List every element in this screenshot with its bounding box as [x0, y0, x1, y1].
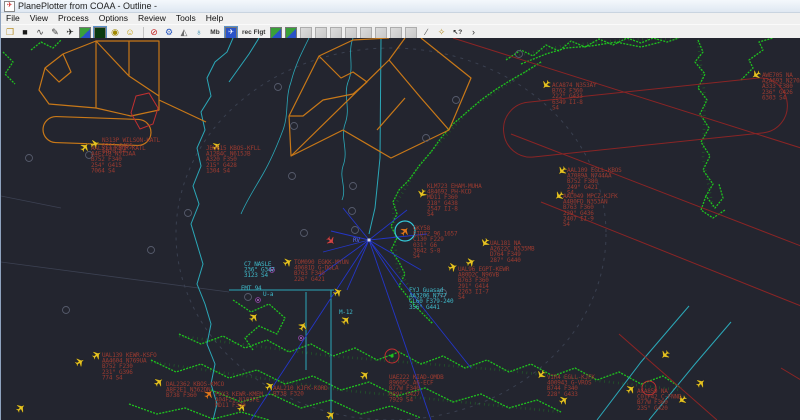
- data-block-11: TOM090 EGKK-MYUN40681D G-DGLAB763 F34022…: [294, 259, 349, 283]
- disabled-button-1-face: [300, 27, 312, 39]
- data-block-8: AWE705 NAA2A693 N270AYA333 F380236° G426…: [762, 72, 800, 101]
- separator-1: [139, 27, 144, 39]
- aircraft-5[interactable]: [297, 320, 310, 333]
- window-title: PlanePlotter from COAA - Outline -: [18, 1, 157, 11]
- coastline-speckle: [151, 38, 713, 412]
- app-icon: ✈: [4, 1, 15, 12]
- disabled-button-6-face: [375, 27, 387, 39]
- data-block-9: UAL181 NAA2622C N535MBD764 F349287° G440: [490, 240, 535, 264]
- data-block-12: UAL139 KEWR-KSFOAA4604 N769UAB752 F23023…: [102, 352, 157, 381]
- disabled-button-2-face: [315, 27, 327, 39]
- waypoint-circle-7: [275, 84, 282, 91]
- waypoint-circle-2: [245, 294, 252, 301]
- aircraft-29[interactable]: [14, 402, 27, 415]
- map-view[interactable]: AAL513 KBGR-KATLA4E21B N513AAB752 F34025…: [1, 38, 800, 420]
- aircraft-32[interactable]: [324, 234, 337, 247]
- range-ring: [176, 48, 606, 420]
- data-block-22: U-a: [263, 291, 274, 298]
- menu-options[interactable]: Options: [94, 13, 133, 24]
- aircraft-4[interactable]: [247, 310, 260, 323]
- data-block-10: UAL96 EGPT-KEWRA80D2C N96VBB763 F360291°…: [458, 266, 510, 301]
- disabled-button-5-face: [360, 27, 372, 39]
- navaid-dot-2: [300, 337, 302, 339]
- disabled-button-8-face: [405, 27, 417, 39]
- title-bar: ✈ PlanePlotter from COAA - Outline -: [1, 0, 800, 13]
- menu-review[interactable]: Review: [133, 13, 171, 24]
- data-block-16: ACA859 NAC01F42 C-FNNDB77W F360235° G420: [637, 388, 682, 412]
- data-block-21: EMT 94: [241, 285, 262, 292]
- waypoint-circle-1: [185, 210, 192, 217]
- disabled-button-7-face: [390, 27, 402, 39]
- data-block-23: M-12: [339, 309, 353, 316]
- boundary-layer: [191, 38, 731, 420]
- menu-process[interactable]: Process: [53, 13, 94, 24]
- planeplotter-window: ✈ PlanePlotter from COAA - Outline - Fil…: [0, 0, 800, 420]
- aircraft-24[interactable]: [535, 368, 548, 381]
- navaid-dot-1: [257, 299, 259, 301]
- aircraft-27[interactable]: [658, 348, 671, 361]
- waypoint-circle-14: [26, 155, 33, 162]
- waypoint-circle-12: [63, 307, 70, 314]
- data-block-19: FYJ GuasadAA3206 N777CL60 F379-240356° G…: [409, 287, 454, 311]
- radar-view-button-face: [94, 27, 106, 39]
- aircraft-18[interactable]: [74, 356, 87, 369]
- data-block-5: AAL109 EGLL-KBOSA7089A N744AAB752 F38024…: [567, 167, 622, 196]
- share-view-button-face: ✈: [225, 27, 237, 39]
- waypoint-circle-4: [350, 183, 357, 190]
- waypoint-circle-5: [349, 208, 356, 215]
- label-layer: AAL513 KBGR-KATLA4E21B N513AAB752 F34025…: [91, 72, 800, 412]
- aircraft-16[interactable]: [750, 69, 763, 82]
- data-block-2: JBU615 KBOS-KFLLA12B4C N615JBA320 F35021…: [206, 145, 261, 174]
- menu-bar: FileViewProcessOptionsReviewToolsHelp: [1, 13, 800, 24]
- menu-help[interactable]: Help: [201, 13, 228, 24]
- waypoint-circle-10: [453, 97, 460, 104]
- data-block-17: FDX3 KEWR-KMEMA04F21 N103FEMD11 F330: [215, 391, 263, 409]
- waypoint-circle-16: [301, 230, 308, 237]
- aircraft-3[interactable]: [282, 256, 295, 269]
- data-block-6: AAL049 MPCZ-KJFKA4B0FD N353ANB763 F36022…: [563, 193, 618, 228]
- data-block-7: ACA874 N353AYB762 F360222° G4336349 II-8…: [552, 82, 597, 111]
- hub-airport-symbol: [368, 239, 371, 242]
- disabled-button-3-face: [330, 27, 342, 39]
- aircraft-31[interactable]: [694, 377, 707, 390]
- data-block-3: KLM723 EHAM-MUHA484692 PH-KCDMD11 F36021…: [427, 183, 482, 218]
- disabled-button-4-face: [345, 27, 357, 39]
- waypoint-circle-11: [516, 51, 523, 58]
- data-block-13: UAE222 KIAD-OMDB89605C A6-ECFB77W F34008…: [389, 374, 444, 403]
- chart-view-button-face: [79, 27, 91, 39]
- track-layer: [131, 38, 800, 420]
- data-block-15: VIR4 EGLL-KJFK400943 G-VROSB744 F340228°…: [547, 374, 595, 398]
- waypoint-circle-3: [289, 173, 296, 180]
- waypoint-circle-8: [291, 123, 298, 130]
- menu-file[interactable]: File: [1, 13, 25, 24]
- data-block-18: AAL210 KJFK-KORDB738 F320: [273, 385, 328, 398]
- map-a-button-face: [270, 27, 282, 39]
- airport-dot: [390, 354, 393, 357]
- aircraft-19[interactable]: [152, 376, 165, 389]
- aircraft-13[interactable]: [540, 78, 553, 91]
- data-block-24: RV: [353, 237, 360, 244]
- aircraft-26[interactable]: [624, 383, 637, 396]
- data-block-20: C7 NASLE236° G3473123 S4: [244, 261, 275, 279]
- waypoint-circle-13: [148, 247, 155, 254]
- chart-grid-lines: [1, 196, 229, 292]
- data-block-4: GKY58EIDT2 96 1657C130 F229031° G63842 S…: [413, 225, 458, 260]
- aircraft-7[interactable]: [358, 369, 371, 382]
- menu-view[interactable]: View: [25, 13, 53, 24]
- menu-tools[interactable]: Tools: [171, 13, 201, 24]
- waypoint-circle-6: [352, 227, 359, 234]
- map-b-button-face: [285, 27, 297, 39]
